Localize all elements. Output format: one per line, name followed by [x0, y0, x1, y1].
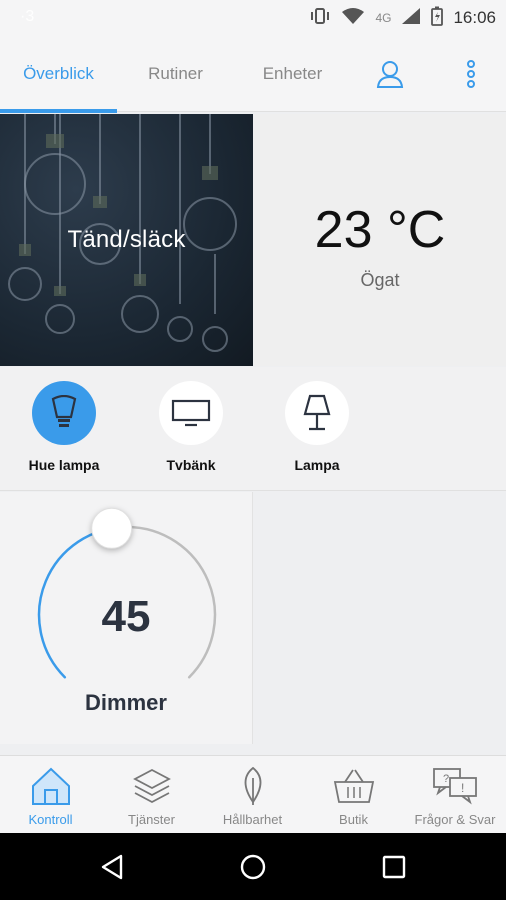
device-hue-lampa[interactable]: Hue lampa: [14, 381, 114, 473]
status-notification-text: ·3: [20, 8, 35, 25]
svg-text:!: !: [461, 781, 464, 795]
temperature-location: Ögat: [360, 270, 400, 290]
active-tab-indicator: [0, 109, 117, 113]
bulb-icon: [51, 395, 77, 427]
nav-label: Butik: [339, 812, 368, 827]
system-navigation-bar: [0, 833, 506, 900]
battery-icon: [431, 6, 444, 31]
tab-label: Enheter: [262, 64, 323, 83]
recents-icon[interactable]: [354, 833, 434, 900]
basket-icon: [333, 769, 374, 803]
bottom-navigation: Kontroll Tjänster Hållbarhet Butik ?! Fr…: [0, 755, 506, 833]
tab-rutiner[interactable]: Rutiner: [117, 36, 234, 112]
dimmer-tile: 45 Dimmer: [0, 492, 253, 744]
device-toggle[interactable]: [159, 381, 223, 445]
user-icon[interactable]: [360, 36, 420, 112]
device-toggle[interactable]: [32, 381, 96, 445]
light-toggle-label: Tänd/släck: [67, 226, 186, 253]
dimmer-value: 45: [101, 592, 151, 641]
tab-label: Rutiner: [148, 64, 203, 83]
nav-label: Kontroll: [28, 812, 73, 827]
layers-icon: [132, 768, 171, 804]
signal-icon: [401, 7, 421, 30]
tab-label: Överblick: [23, 64, 94, 83]
dimmer-knob[interactable]: [91, 507, 133, 549]
clock: 16:06: [453, 8, 496, 27]
status-icons: 4G 16:06: [309, 0, 496, 36]
top-tab-bar: Överblick Rutiner Enheter: [0, 36, 506, 113]
nav-label: Hållbarhet: [222, 812, 283, 827]
light-toggle-tile[interactable]: Tänd/släck: [0, 114, 253, 366]
nav-hallbarhet[interactable]: Hållbarhet: [202, 756, 303, 834]
nav-label: Frågor & Svar: [414, 812, 496, 827]
device-lampa[interactable]: Lampa: [267, 381, 367, 473]
tv-icon: [171, 399, 211, 427]
device-name: Lampa: [294, 457, 340, 473]
back-icon[interactable]: [72, 833, 152, 900]
wifi-icon: [341, 7, 365, 30]
vibrate-icon: [309, 7, 331, 30]
nav-butik[interactable]: Butik: [303, 756, 404, 834]
chat-question-icon: ?!: [433, 768, 477, 805]
svg-text:?: ?: [443, 773, 449, 785]
leaf-icon: [244, 766, 261, 805]
tab-enheter[interactable]: Enheter: [234, 36, 351, 112]
home-button-icon[interactable]: [213, 833, 293, 900]
tab-overblick[interactable]: Överblick: [0, 36, 117, 113]
nav-label: Tjänster: [128, 812, 175, 827]
device-name: Hue lampa: [28, 457, 100, 473]
devices-row: Hue lampa Tvbänk Lampa: [0, 367, 506, 491]
more-vertical-icon[interactable]: [446, 36, 496, 112]
status-bar: ·3 4G 16:06: [0, 0, 506, 36]
home-icon: [31, 767, 70, 805]
temperature-tile[interactable]: 23 °C Ögat: [254, 114, 506, 366]
nav-kontroll[interactable]: Kontroll: [0, 756, 101, 834]
dimmer-label: Dimmer: [85, 690, 167, 715]
network-type: 4G: [375, 11, 392, 25]
device-tvbank[interactable]: Tvbänk: [141, 381, 241, 473]
nav-fragor-svar[interactable]: ?! Frågor & Svar: [404, 756, 506, 834]
lamp-icon: [303, 394, 331, 431]
nav-tjanster[interactable]: Tjänster: [101, 756, 202, 834]
temperature-value: 23 °C: [314, 201, 446, 259]
device-name: Tvbänk: [166, 457, 216, 473]
device-toggle[interactable]: [285, 381, 349, 445]
